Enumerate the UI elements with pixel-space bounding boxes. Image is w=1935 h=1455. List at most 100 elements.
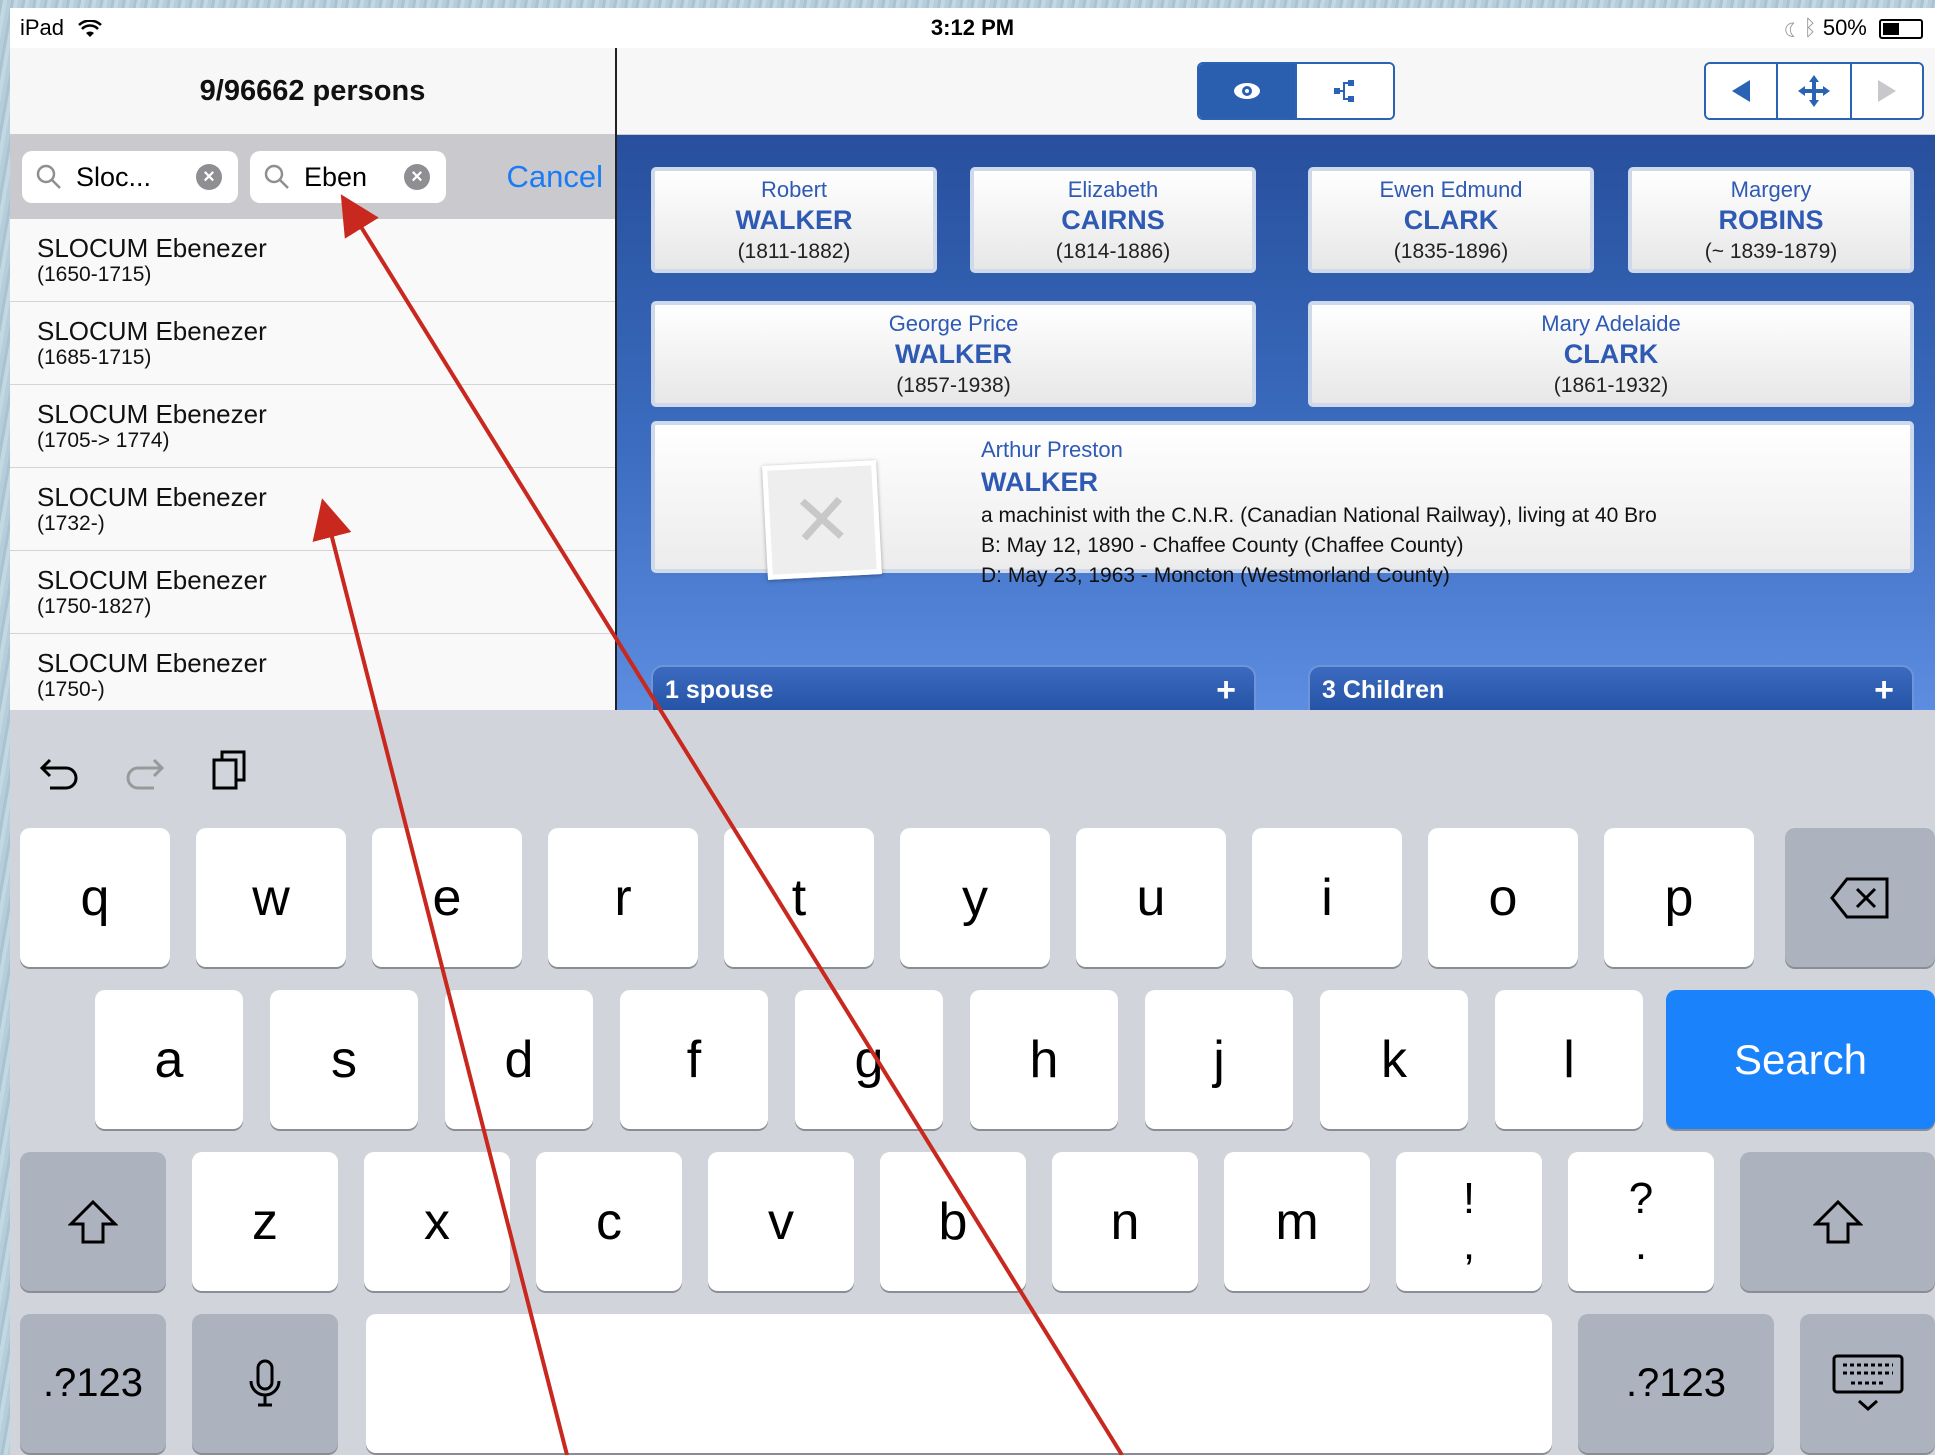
life-dates: (1811-1882) (737, 240, 851, 263)
key-c[interactable]: c (536, 1152, 682, 1291)
backspace-key[interactable] (1785, 828, 1935, 967)
tree-view-button[interactable] (1295, 64, 1393, 118)
life-dates: (1814-1886) (1055, 240, 1171, 263)
given-name: Margery (1730, 177, 1812, 202)
key-k[interactable]: k (1320, 990, 1468, 1129)
given-name: Elizabeth (1067, 177, 1159, 202)
given-name-search-input[interactable]: Eben × (250, 151, 446, 203)
key-question-period[interactable]: ? . (1568, 1152, 1714, 1291)
key-top-glyph: ! (1462, 1173, 1476, 1223)
result-dates: (1685-1715) (37, 346, 152, 369)
key-o[interactable]: o (1428, 828, 1578, 967)
birth-info: B: May 12, 1890 - Chaffee County (Chaffe… (981, 534, 1464, 557)
family-tree-view: Robert WALKER (1811-1882) Elizabeth CAIR… (617, 135, 1935, 715)
key-z[interactable]: z (192, 1152, 338, 1291)
battery-icon (1879, 19, 1923, 40)
microphone-icon (249, 1359, 281, 1406)
key-h[interactable]: h (970, 990, 1118, 1129)
surname-search-input[interactable]: Sloc... × (22, 151, 238, 203)
key-exclamation-comma[interactable]: ! , (1396, 1152, 1542, 1291)
key-a[interactable]: a (95, 990, 243, 1129)
surname: CLARK (1563, 339, 1659, 369)
key-j[interactable]: j (1145, 990, 1293, 1129)
key-n[interactable]: n (1052, 1152, 1198, 1291)
hide-keyboard-key[interactable] (1800, 1314, 1935, 1453)
children-count-label: 3 Children (1322, 676, 1445, 704)
bluetooth-icon: ᛒ (1803, 15, 1817, 40)
redo-icon[interactable] (120, 746, 168, 794)
add-spouse-icon[interactable]: + (1216, 667, 1236, 713)
key-x[interactable]: x (364, 1152, 510, 1291)
back-button[interactable] (1706, 64, 1776, 118)
clear-icon[interactable]: × (404, 164, 430, 190)
space-key[interactable] (366, 1314, 1552, 1453)
key-e[interactable]: e (372, 828, 522, 967)
surname: WALKER (735, 205, 853, 235)
given-name: Arthur Preston (981, 437, 1123, 462)
result-name: SLOCUM Ebenezer (37, 233, 267, 263)
key-w[interactable]: w (196, 828, 346, 967)
life-dates: (1861-1932) (1553, 374, 1669, 397)
grandparent-card[interactable]: Ewen Edmund CLARK (1835-1896) (1308, 167, 1594, 273)
search-panel: 9/96662 persons Sloc... × Eben × Cancel … (10, 48, 617, 717)
key-m[interactable]: m (1224, 1152, 1370, 1291)
photo-placeholder-icon: ✕ (762, 460, 882, 580)
grandparent-card[interactable]: Margery ROBINS (~ 1839-1879) (1628, 167, 1914, 273)
grandparent-card[interactable]: Elizabeth CAIRNS (1814-1886) (970, 167, 1256, 273)
parent-card[interactable]: George Price WALKER (1857-1938) (651, 301, 1256, 407)
death-info: D: May 23, 1963 - Moncton (Westmorland C… (981, 564, 1450, 587)
children-section-header[interactable]: 3 Children + (1308, 665, 1914, 715)
center-button[interactable] (1776, 64, 1850, 118)
undo-icon[interactable] (36, 746, 84, 794)
numbers-key[interactable]: .?123 (20, 1314, 166, 1453)
key-bottom-glyph: . (1634, 1219, 1648, 1269)
result-item[interactable]: SLOCUM Ebenezer (1732-) (10, 468, 615, 551)
result-item[interactable]: SLOCUM Ebenezer (1705-> 1774) (10, 385, 615, 468)
key-b[interactable]: b (880, 1152, 1026, 1291)
person-details: Arthur Preston WALKER a machinist with t… (981, 437, 1657, 588)
grandparent-card[interactable]: Robert WALKER (1811-1882) (651, 167, 937, 273)
life-dates: (~ 1839-1879) (1704, 240, 1838, 263)
result-item[interactable]: SLOCUM Ebenezer (1685-1715) (10, 302, 615, 385)
parent-card[interactable]: Mary Adelaide CLARK (1861-1932) (1308, 301, 1914, 407)
key-y[interactable]: y (900, 828, 1050, 967)
given-name: Ewen Edmund (1379, 177, 1523, 202)
search-bar: Sloc... × Eben × Cancel (10, 135, 615, 219)
result-item[interactable]: SLOCUM Ebenezer (1650-1715) (10, 219, 615, 302)
spouse-section-header[interactable]: 1 spouse + (651, 665, 1256, 715)
key-f[interactable]: f (620, 990, 768, 1129)
status-right: ☾ ᛒ 50% (1784, 15, 1923, 41)
result-item[interactable]: SLOCUM Ebenezer (1750-) (10, 634, 615, 717)
selected-person-card[interactable]: ✕ Arthur Preston WALKER a machinist with… (651, 421, 1914, 587)
key-l[interactable]: l (1495, 990, 1643, 1129)
search-icon (36, 164, 61, 189)
key-g[interactable]: g (795, 990, 943, 1129)
key-t[interactable]: t (724, 828, 874, 967)
key-i[interactable]: i (1252, 828, 1402, 967)
result-name: SLOCUM Ebenezer (37, 565, 267, 595)
key-q[interactable]: q (20, 828, 170, 967)
dictation-key[interactable] (192, 1314, 338, 1453)
shift-key[interactable] (20, 1152, 166, 1291)
moon-icon: ☾ (1784, 15, 1798, 40)
key-s[interactable]: s (270, 990, 418, 1129)
clear-icon[interactable]: × (196, 164, 222, 190)
result-name: SLOCUM Ebenezer (37, 316, 267, 346)
key-p[interactable]: p (1604, 828, 1754, 967)
add-child-icon[interactable]: + (1874, 667, 1894, 713)
battery-percent: 50% (1822, 15, 1867, 40)
given-name: Mary Adelaide (1541, 311, 1681, 336)
paste-icon[interactable] (206, 746, 254, 794)
shift-key-right[interactable] (1740, 1152, 1935, 1291)
numbers-key-right[interactable]: .?123 (1578, 1314, 1774, 1453)
key-d[interactable]: d (445, 990, 593, 1129)
forward-button[interactable] (1850, 64, 1922, 118)
key-u[interactable]: u (1076, 828, 1226, 967)
search-key[interactable]: Search (1666, 990, 1935, 1129)
key-v[interactable]: v (708, 1152, 854, 1291)
view-button[interactable] (1199, 64, 1295, 118)
cancel-button[interactable]: Cancel (507, 151, 604, 203)
key-r[interactable]: r (548, 828, 698, 967)
result-item[interactable]: SLOCUM Ebenezer (1750-1827) (10, 551, 615, 634)
surname: WALKER (981, 467, 1098, 497)
